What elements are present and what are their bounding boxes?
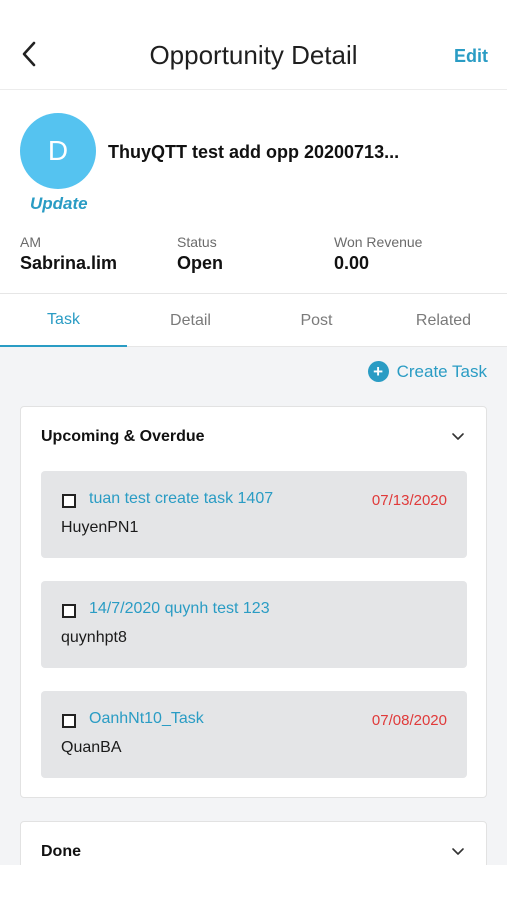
section-title: Done <box>41 843 81 860</box>
avatar-letter: D <box>47 135 69 166</box>
field-am-label: AM <box>20 234 41 250</box>
field-status-value: Open <box>177 253 224 273</box>
done-section: Done <box>20 821 487 865</box>
create-task-label: Create Task <box>396 361 487 381</box>
task-title[interactable]: OanhNt10_Task <box>89 710 204 728</box>
task-item[interactable]: tuan test create task 1407 07/13/2020 Hu… <box>41 471 467 558</box>
field-status: Status Open <box>177 234 223 274</box>
field-am: AM Sabrina.lim <box>20 234 117 274</box>
tab-task[interactable]: Task <box>0 294 127 347</box>
tab-bar: Task Detail Post Related <box>0 294 507 347</box>
chevron-down-icon[interactable] <box>450 429 466 445</box>
task-item[interactable]: OanhNt10_Task 07/08/2020 QuanBA <box>41 691 467 778</box>
opportunity-name: ThuyQTT test add opp 20200713... <box>108 142 400 162</box>
task-checkbox[interactable] <box>62 604 76 618</box>
tab-post[interactable]: Post <box>253 294 380 347</box>
task-checkbox[interactable] <box>62 714 76 728</box>
field-won-revenue: Won Revenue 0.00 <box>334 234 422 274</box>
field-won-revenue-label: Won Revenue <box>334 234 423 250</box>
task-title[interactable]: tuan test create task 1407 <box>89 490 273 508</box>
task-title[interactable]: 14/7/2020 quynh test 123 <box>89 600 270 618</box>
bottom-safe-area <box>0 865 507 900</box>
create-task-button[interactable]: + Create Task <box>367 361 487 382</box>
page-title: Opportunity Detail <box>149 40 358 70</box>
task-content: + Create Task Upcoming & Overdue tuan te… <box>0 347 507 865</box>
task-checkbox[interactable] <box>62 494 76 508</box>
task-owner: HuyenPN1 <box>61 519 139 536</box>
field-won-revenue-value: 0.00 <box>334 253 370 273</box>
task-due-date: 07/13/2020 <box>371 492 447 509</box>
tab-detail[interactable]: Detail <box>127 294 254 347</box>
task-item[interactable]: 14/7/2020 quynh test 123 quynhpt8 <box>41 581 467 668</box>
chevron-down-icon[interactable] <box>450 844 466 860</box>
tab-related[interactable]: Related <box>380 294 507 347</box>
avatar[interactable]: D <box>20 113 96 189</box>
task-due-date: 07/08/2020 <box>371 712 447 729</box>
opportunity-summary: D ThuyQTT test add opp 20200713... Updat… <box>0 90 507 294</box>
section-title: Upcoming & Overdue <box>41 428 205 445</box>
field-status-label: Status <box>177 234 217 250</box>
update-avatar-link[interactable]: Update <box>30 194 88 214</box>
edit-button[interactable]: Edit <box>454 46 488 67</box>
task-owner: quynhpt8 <box>61 629 127 646</box>
field-am-value: Sabrina.lim <box>20 253 118 273</box>
task-owner: QuanBA <box>61 739 122 756</box>
top-nav-bar: Opportunity Detail Edit <box>0 0 507 90</box>
upcoming-overdue-section: Upcoming & Overdue tuan test create task… <box>20 406 487 798</box>
plus-circle-icon: + <box>367 361 389 382</box>
